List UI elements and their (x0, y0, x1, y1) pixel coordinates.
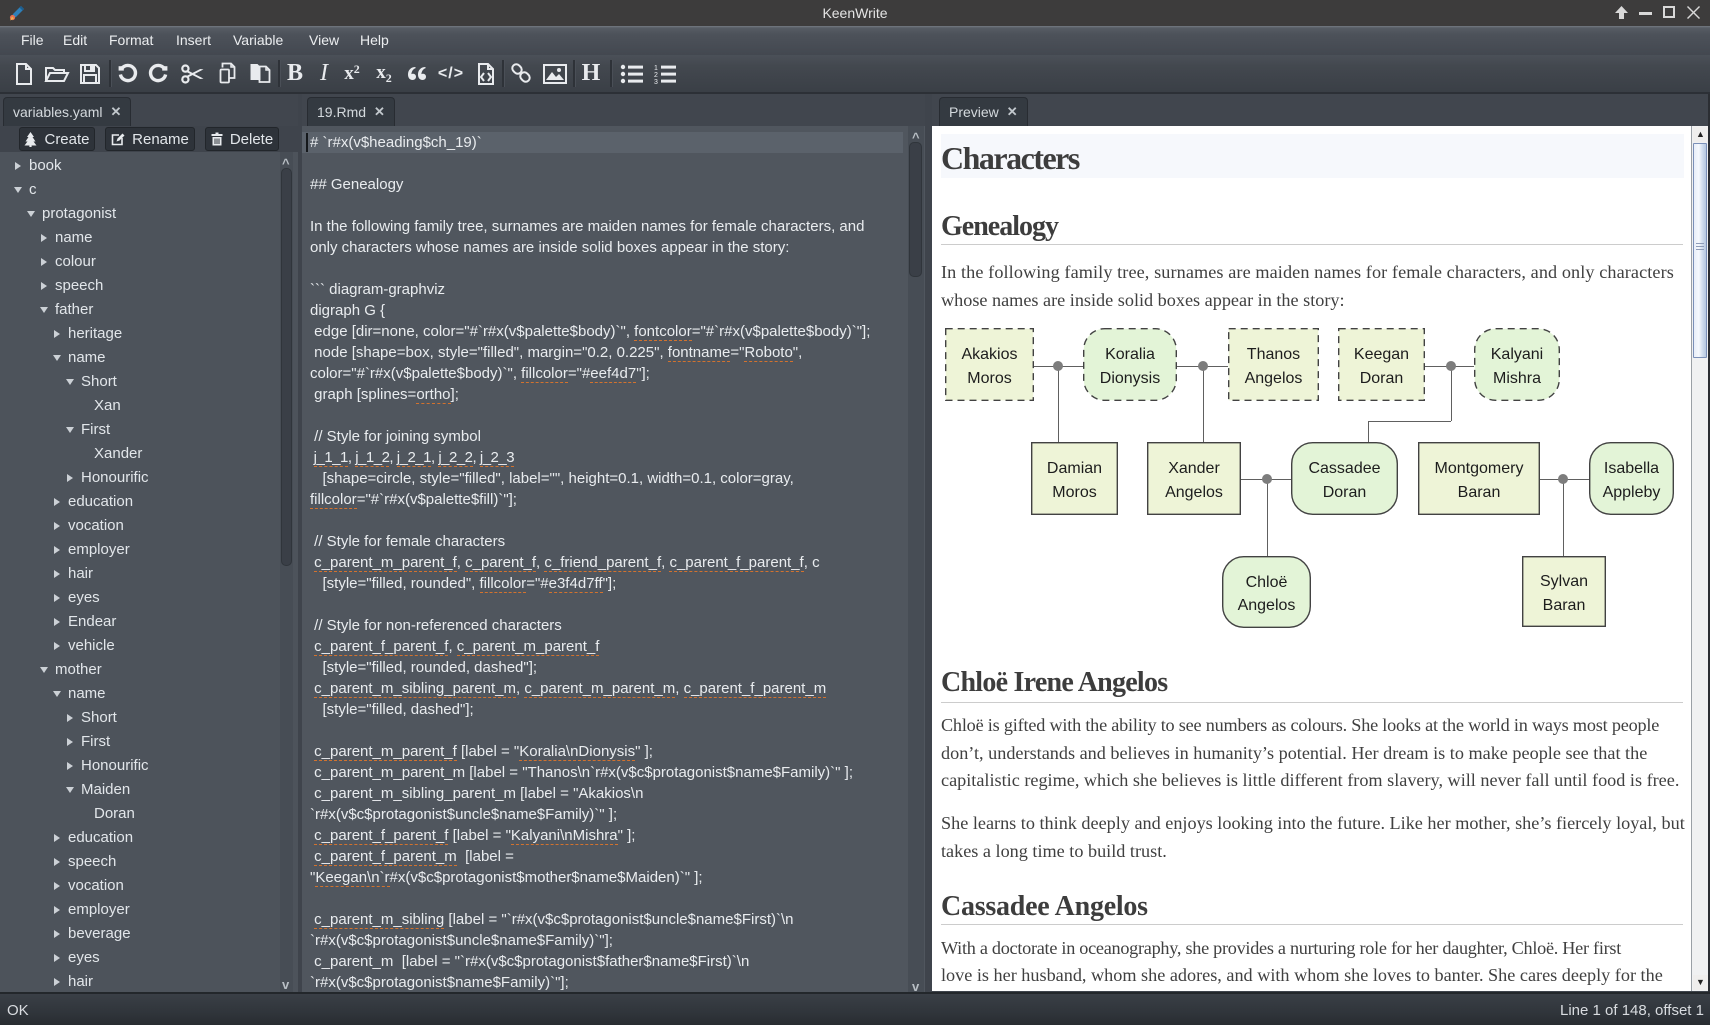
svg-text:3: 3 (654, 79, 658, 84)
svg-text:2: 2 (654, 72, 658, 79)
svg-text:1: 1 (654, 65, 658, 72)
